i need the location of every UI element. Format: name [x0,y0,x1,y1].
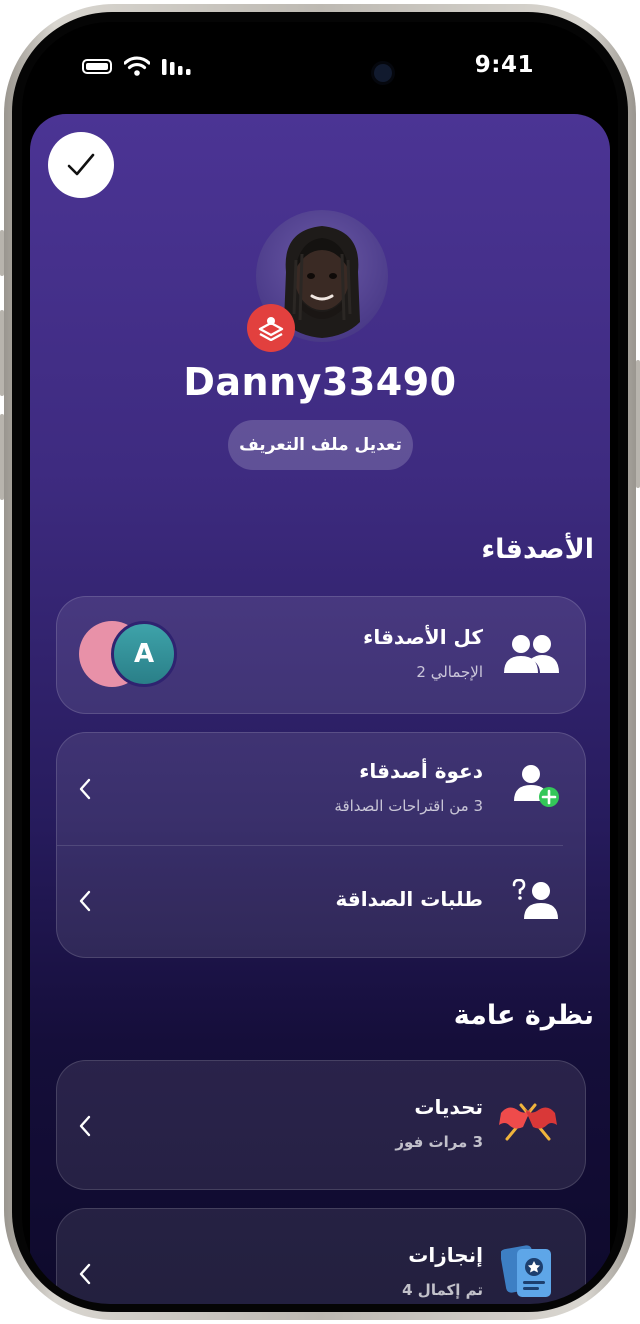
edit-profile-button[interactable]: تعديل ملف التعريف [228,420,413,470]
add-friend-icon [514,765,559,807]
achievements-card[interactable]: إنجازات تم إكمال 4 [56,1208,586,1304]
game-center-icon [247,304,295,352]
achievements-title: إنجازات [408,1243,483,1267]
volume-up-button [0,310,4,396]
invite-friends-subtitle: 3 من اقتراحات الصداقة [334,797,483,815]
all-friends-card[interactable]: كل الأصدقاء الإجمالي 2 A [56,596,586,714]
friends-section-title: الأصدقاء [481,534,594,565]
signal-icon [162,59,191,75]
achievements-subtitle: تم إكمال 4 [402,1281,483,1299]
chevron-left-icon [79,778,91,800]
friend-request-icon [512,879,558,919]
battery-icon [82,58,112,74]
achievement-cards-icon [501,1245,551,1297]
chevron-left-icon [79,890,91,912]
power-button [636,360,640,488]
done-button[interactable] [48,132,114,198]
invite-friends-title: دعوة أصدقاء [359,759,483,783]
friend-avatars: A [79,621,179,689]
flags-icon [499,1103,557,1141]
overview-section-title: نظرة عامة [453,1000,594,1031]
all-friends-title: كل الأصدقاء [363,625,483,649]
challenges-title: تحديات [414,1095,483,1119]
friends-icon [504,635,559,673]
screen: 9:41 Danny33490 تعديل ملف التعريف الأصدق… [22,22,618,1304]
friend-avatar: A [111,621,177,687]
volume-down-button [0,414,4,500]
challenges-card[interactable]: تحديات 3 مرات فوز [56,1060,586,1190]
front-camera [374,64,392,82]
status-icons [82,56,192,76]
checkmark-icon [67,153,95,176]
username: Danny33490 [183,360,457,404]
chevron-left-icon [79,1263,91,1285]
status-time: 9:41 [474,52,534,78]
friend-requests-title: طلبات الصداقة [335,887,483,911]
challenges-subtitle: 3 مرات فوز [395,1133,483,1151]
chevron-left-icon [79,1115,91,1137]
friend-requests-row[interactable]: طلبات الصداقة [57,845,585,957]
invite-requests-card: دعوة أصدقاء 3 من اقتراحات الصداقة طلبات … [56,732,586,958]
invite-friends-row[interactable]: دعوة أصدقاء 3 من اقتراحات الصداقة [57,733,585,845]
profile-sheet: Danny33490 تعديل ملف التعريف الأصدقاء كل… [30,114,610,1304]
status-bar: 9:41 [22,22,618,112]
all-friends-count: الإجمالي 2 [416,663,483,681]
wifi-icon [124,56,150,76]
action-button [0,230,4,276]
